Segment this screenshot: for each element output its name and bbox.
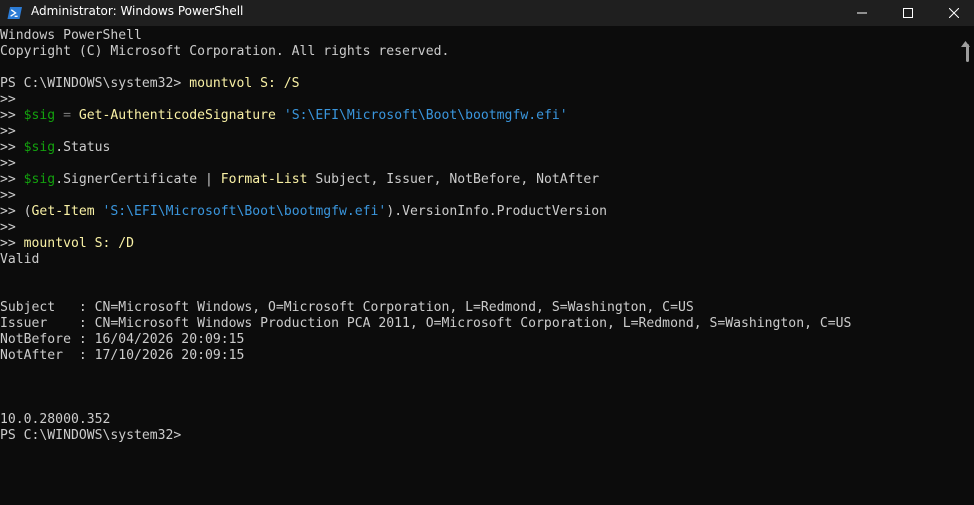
console-line-copyright: Copyright (C) Microsoft Corporation. All…: [0, 44, 450, 59]
prompt-text: PS C:\WINDOWS\system32>: [0, 76, 190, 91]
console-line-continuation: >>: [0, 92, 24, 107]
maximize-button[interactable]: [885, 0, 931, 26]
console-line-continuation: >> $sig.SignerCertificate | Format-List …: [0, 172, 599, 188]
console-line-notafter: NotAfter : 17/10/2026 20:09:15: [0, 348, 245, 363]
powershell-window: Administrator: Windows PowerShell Window…: [0, 0, 974, 505]
console-line-continuation: >> $sig = Get-AuthenticodeSignature 'S:\…: [0, 108, 568, 124]
close-icon: [949, 8, 959, 18]
console-line-continuation: >>: [0, 220, 24, 235]
console-line-prompt: PS C:\WINDOWS\system32> mountvol S: /S: [0, 76, 300, 92]
scrollbar-thumb[interactable]: [966, 44, 969, 62]
continuation-prompt: >>: [0, 172, 24, 187]
string-token: 'S:\EFI\Microsoft\Boot\bootmgfw.efi': [102, 204, 387, 219]
minimize-icon: [857, 12, 867, 14]
command-token: Get-AuthenticodeSignature: [78, 108, 276, 123]
continuation-prompt: >>: [0, 236, 24, 251]
paren-token: (: [23, 204, 32, 219]
window-title: Administrator: Windows PowerShell: [31, 4, 244, 18]
console-line-continuation: >> mountvol S: /D: [0, 236, 134, 252]
close-button[interactable]: [931, 0, 974, 26]
command-token: Get-Item: [31, 204, 95, 219]
member-token: .Status: [55, 140, 111, 155]
console-line-issuer: Issuer : CN=Microsoft Windows Production…: [0, 316, 852, 331]
console-line-continuation: >> $sig.Status: [0, 140, 110, 156]
continuation-prompt: >>: [0, 108, 24, 123]
console-line-version: 10.0.28000.352: [0, 412, 111, 427]
command-text: mountvol S: /S: [189, 76, 300, 91]
title-bar[interactable]: Administrator: Windows PowerShell: [0, 0, 974, 26]
console-line-header: Windows PowerShell: [0, 28, 142, 43]
minimize-button[interactable]: [839, 0, 885, 26]
console-line-continuation: >>: [0, 124, 24, 139]
console-line-notbefore: NotBefore : 16/04/2026 20:09:15: [0, 332, 245, 347]
vertical-scrollbar[interactable]: [958, 28, 974, 505]
variable-token: $sig: [23, 140, 56, 155]
continuation-prompt: >>: [0, 204, 24, 219]
command-token: mountvol S: /D: [23, 236, 135, 251]
command-token: Format-List: [220, 172, 308, 187]
console-line-continuation: >>: [0, 188, 24, 203]
member-token: ).VersionInfo.ProductVersion: [386, 204, 608, 219]
member-token: .SignerCertificate |: [55, 172, 221, 187]
maximize-icon: [903, 8, 913, 18]
console-line-prompt: PS C:\WINDOWS\system32>: [0, 428, 182, 443]
console-line-status: Valid: [0, 252, 40, 267]
console-output[interactable]: Windows PowerShell Copyright (C) Microso…: [0, 28, 956, 505]
variable-token: $sig: [23, 172, 56, 187]
string-token: 'S:\EFI\Microsoft\Boot\bootmgfw.efi': [283, 108, 568, 123]
arguments-token: Subject, Issuer, NotBefore, NotAfter: [307, 172, 600, 187]
console-line-continuation: >>: [0, 156, 24, 171]
console-line-subject: Subject : CN=Microsoft Windows, O=Micros…: [0, 300, 694, 315]
powershell-icon[interactable]: [7, 5, 23, 21]
console-line-continuation: >> (Get-Item 'S:\EFI\Microsoft\Boot\boot…: [0, 204, 607, 220]
operator-token: =: [55, 108, 79, 123]
continuation-prompt: >>: [0, 140, 24, 155]
variable-token: $sig: [23, 108, 56, 123]
